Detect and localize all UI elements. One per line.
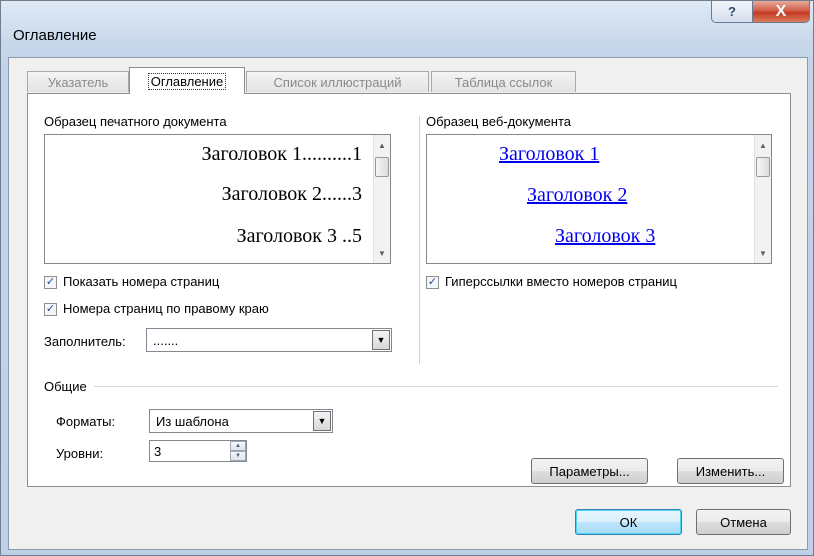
- help-icon: ?: [728, 4, 736, 19]
- scroll-up-icon[interactable]: ▲: [755, 137, 771, 153]
- print-preview-line: Заголовок 3 ..5: [236, 225, 362, 247]
- ok-button[interactable]: ОК: [575, 509, 682, 535]
- column-divider: [419, 116, 420, 364]
- options-button[interactable]: Параметры...: [531, 458, 648, 484]
- web-preview-link[interactable]: Заголовок 3: [555, 225, 655, 248]
- close-button[interactable]: X: [752, 1, 810, 23]
- tab-authorities[interactable]: Таблица ссылок: [431, 71, 576, 92]
- tab-panel: Образец печатного документа Заголовок 1.…: [27, 93, 791, 487]
- hyperlinks-checkbox[interactable]: ✓: [426, 276, 439, 289]
- tab-leader-value: .......: [153, 332, 179, 348]
- formats-value: Из шаблона: [156, 413, 229, 429]
- right-align-checkbox[interactable]: ✓: [44, 303, 57, 316]
- tab-toc[interactable]: Оглавление: [129, 67, 245, 94]
- chevron-down-icon[interactable]: ▼: [372, 330, 390, 350]
- levels-spin-buttons: ▲ ▼: [230, 441, 246, 461]
- scroll-down-icon[interactable]: ▼: [755, 245, 771, 261]
- tab-label: Таблица ссылок: [454, 74, 553, 90]
- tab-figures[interactable]: Список иллюстраций: [246, 71, 429, 92]
- tab-label: Оглавление: [147, 72, 227, 90]
- tab-leader-select[interactable]: ....... ▼: [146, 328, 392, 352]
- print-preview-label: Образец печатного документа: [44, 114, 227, 129]
- spin-down-icon[interactable]: ▼: [230, 451, 246, 461]
- tab-label: Указатель: [47, 74, 109, 90]
- scroll-thumb[interactable]: [756, 157, 770, 177]
- print-preview-scrollbar[interactable]: ▲ ▼: [373, 135, 390, 263]
- dialog-body: Указатель Оглавление Список иллюстраций …: [8, 57, 808, 550]
- modify-button-label: Изменить...: [695, 463, 766, 479]
- scroll-down-icon[interactable]: ▼: [374, 245, 390, 261]
- formats-select[interactable]: Из шаблона ▼: [149, 409, 333, 433]
- levels-label: Уровни:: [56, 446, 104, 461]
- web-preview-box: Заголовок 1 Заголовок 2 Заголовок 3 ▲ ▼: [426, 134, 772, 264]
- ok-button-label: ОК: [619, 514, 638, 530]
- print-preview-line: Заголовок 2......3: [221, 183, 362, 205]
- spin-up-icon[interactable]: ▲: [230, 441, 246, 451]
- levels-spinner[interactable]: 3 ▲ ▼: [149, 440, 247, 462]
- web-preview-link[interactable]: Заголовок 1: [499, 143, 599, 166]
- title-bar: Оглавление ? X: [1, 1, 813, 57]
- print-preview-box: Заголовок 1..........1 Заголовок 2......…: [44, 134, 391, 264]
- right-align-label: Номера страниц по правому краю: [63, 301, 269, 316]
- scroll-up-icon[interactable]: ▲: [374, 137, 390, 153]
- modify-button[interactable]: Изменить...: [677, 458, 784, 484]
- formats-label: Форматы:: [56, 414, 116, 429]
- cancel-button-label: Отмена: [720, 514, 767, 530]
- web-preview-scrollbar[interactable]: ▲ ▼: [754, 135, 771, 263]
- levels-value: 3: [154, 443, 162, 459]
- toc-dialog: Оглавление ? X Указатель Оглавление Спис…: [0, 0, 814, 556]
- web-preview-link[interactable]: Заголовок 2: [527, 184, 627, 207]
- general-group-label: Общие: [44, 379, 87, 394]
- hyperlinks-label: Гиперссылки вместо номеров страниц: [445, 274, 677, 289]
- close-icon: X: [775, 2, 787, 20]
- dialog-title: Оглавление: [13, 27, 97, 44]
- tab-leader-label: Заполнитель:: [44, 334, 126, 349]
- web-preview-label: Образец веб-документа: [426, 114, 571, 129]
- scroll-thumb[interactable]: [375, 157, 389, 177]
- tab-index[interactable]: Указатель: [27, 71, 129, 92]
- print-preview-line: Заголовок 1..........1: [201, 143, 362, 165]
- show-page-numbers-checkbox[interactable]: ✓: [44, 276, 57, 289]
- cancel-button[interactable]: Отмена: [696, 509, 791, 535]
- tab-label: Список иллюстраций: [273, 74, 402, 90]
- options-button-label: Параметры...: [549, 463, 630, 479]
- chevron-down-icon[interactable]: ▼: [313, 411, 331, 431]
- help-button[interactable]: ?: [711, 1, 753, 23]
- group-divider: [94, 386, 778, 387]
- show-page-numbers-label: Показать номера страниц: [63, 274, 220, 289]
